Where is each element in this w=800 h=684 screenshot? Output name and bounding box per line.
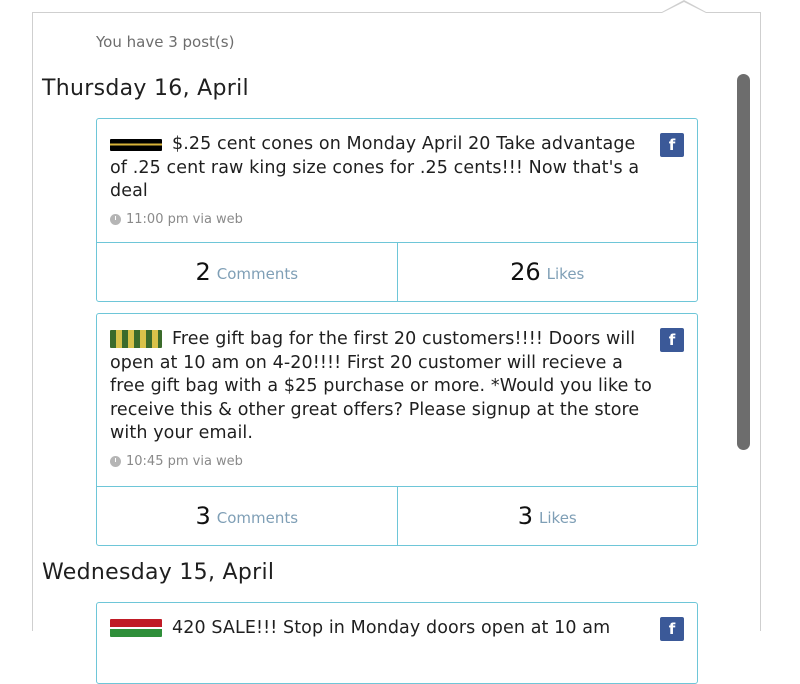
post-thumbnail bbox=[110, 619, 162, 637]
likes-count: 26 bbox=[510, 258, 541, 286]
post-text: Free gift bag for the first 20 customers… bbox=[110, 329, 652, 443]
post-time: 10:45 pm via web bbox=[126, 453, 243, 469]
post-stats: 2 Comments 26 Likes bbox=[97, 242, 697, 301]
facebook-icon[interactable]: f bbox=[660, 133, 684, 157]
likes-button[interactable]: 3 Likes bbox=[396, 487, 698, 545]
scrollbar-thumb[interactable] bbox=[737, 74, 750, 450]
comments-button[interactable]: 2 Comments bbox=[97, 243, 397, 301]
facebook-icon[interactable]: f bbox=[660, 617, 684, 641]
likes-label: Likes bbox=[539, 509, 577, 527]
post-meta: 11:00 pm via web bbox=[110, 212, 657, 227]
post-card[interactable]: 420 SALE!!! Stop in Monday doors open at… bbox=[96, 602, 698, 684]
post-time: 11:00 pm via web bbox=[126, 211, 243, 227]
facebook-icon[interactable]: f bbox=[660, 328, 684, 352]
comments-button[interactable]: 3 Comments bbox=[97, 487, 397, 545]
clock-icon bbox=[110, 455, 121, 467]
popover-arrow-fill bbox=[662, 2, 706, 13]
comments-label: Comments bbox=[216, 265, 299, 283]
comments-count: 3 bbox=[195, 502, 211, 530]
post-meta: 10:45 pm via web bbox=[110, 454, 657, 469]
post-thumbnail bbox=[110, 139, 162, 151]
post-card[interactable]: $.25 cent cones on Monday April 20 Take … bbox=[96, 118, 698, 302]
post-text: 420 SALE!!! Stop in Monday doors open at… bbox=[172, 618, 611, 638]
comments-label: Comments bbox=[216, 509, 299, 527]
comments-count: 2 bbox=[195, 258, 211, 286]
post-count-text: You have 3 post(s) bbox=[96, 33, 235, 51]
post-thumbnail bbox=[110, 330, 162, 348]
likes-button[interactable]: 26 Likes bbox=[396, 243, 698, 301]
day-heading: Thursday 16, April bbox=[42, 76, 249, 101]
clock-icon bbox=[110, 213, 121, 225]
post-text: $.25 cent cones on Monday April 20 Take … bbox=[110, 134, 640, 201]
likes-count: 3 bbox=[517, 502, 534, 530]
post-stats: 3 Comments 3 Likes bbox=[97, 486, 697, 545]
likes-label: Likes bbox=[546, 265, 585, 283]
post-card[interactable]: Free gift bag for the first 20 customers… bbox=[96, 313, 698, 546]
day-heading: Wednesday 15, April bbox=[42, 560, 275, 585]
